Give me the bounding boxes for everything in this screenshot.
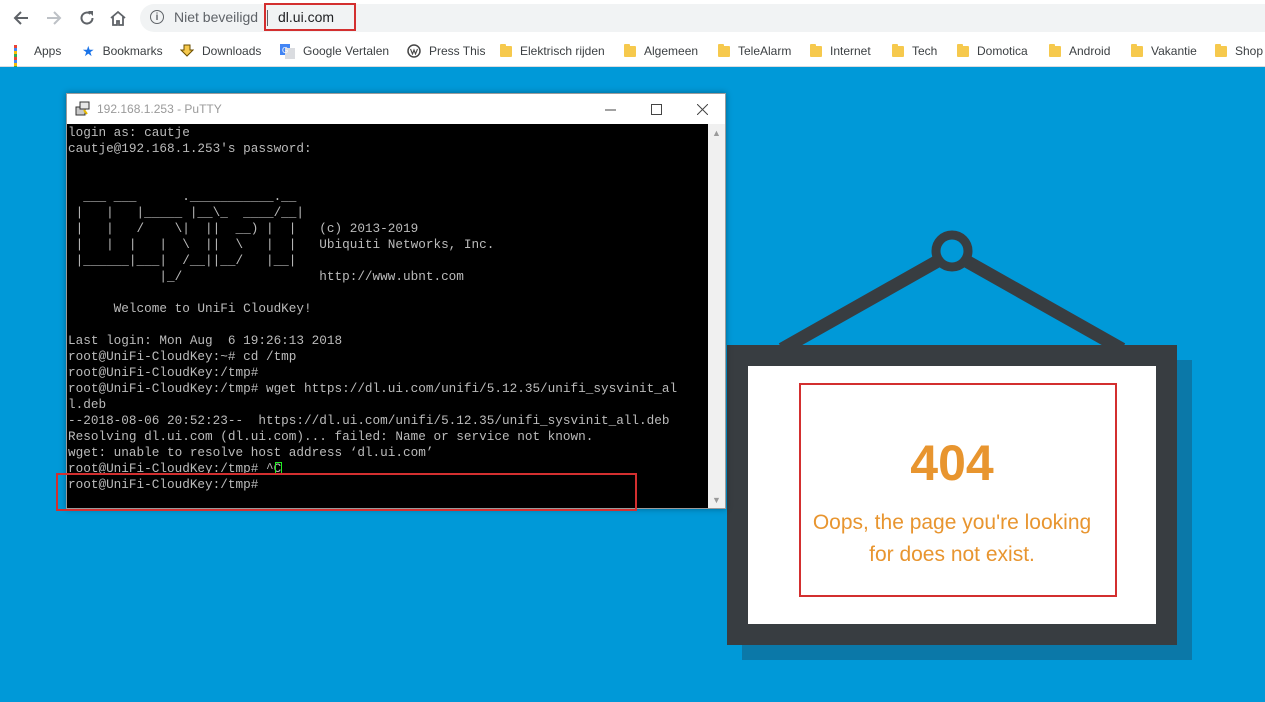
bookmark-folder[interactable]: Algemeen xyxy=(624,42,698,60)
folder-icon xyxy=(1049,43,1061,57)
scroll-up-icon[interactable]: ▲ xyxy=(708,124,725,141)
bookmark-press-this[interactable]: Press This xyxy=(407,42,485,60)
minimize-button[interactable] xyxy=(587,94,633,124)
bookmark-folder[interactable]: Internet xyxy=(810,42,871,60)
bookmark-label: Apps xyxy=(34,44,62,58)
close-icon xyxy=(696,103,708,115)
putty-titlebar[interactable]: 192.168.1.253 - PuTTY xyxy=(67,94,725,124)
folder-icon xyxy=(718,43,730,57)
bookmark-label: Android xyxy=(1069,44,1111,58)
bookmark-folder[interactable]: Elektrisch rijden xyxy=(500,42,605,60)
bookmark-label: Domotica xyxy=(977,44,1028,58)
svg-text:G: G xyxy=(282,46,288,55)
bookmark-label: Shop xyxy=(1235,44,1264,58)
putty-window[interactable]: 192.168.1.253 - PuTTY login as: cautje c… xyxy=(66,93,726,509)
maximize-icon xyxy=(650,103,662,115)
folder-icon xyxy=(957,43,969,57)
folder-icon xyxy=(1215,43,1227,57)
sign-nail-icon xyxy=(931,230,973,272)
putty-title: 192.168.1.253 - PuTTY xyxy=(97,102,222,116)
bookmark-label: Bookmarks xyxy=(102,44,163,58)
bookmark-folder[interactable]: Shop xyxy=(1215,42,1263,60)
folder-icon xyxy=(810,43,822,57)
browser-toolbar: i Niet beveiligd dl.ui.com xyxy=(0,0,1265,36)
folder-icon xyxy=(892,43,904,57)
bookmark-folder[interactable]: Tech xyxy=(892,42,937,60)
error-message-highlight-box xyxy=(799,383,1117,597)
info-icon[interactable]: i xyxy=(150,10,164,24)
bookmark-folder[interactable]: Android xyxy=(1049,42,1110,60)
terminal-scrollbar[interactable]: ▲ ▼ xyxy=(708,124,725,508)
back-button[interactable] xyxy=(9,6,33,30)
folder-icon xyxy=(500,43,512,57)
bookmark-label: Elektrisch rijden xyxy=(520,44,605,58)
bookmarks-bar: Apps ★ Bookmarks Downloads G Google Vert… xyxy=(0,36,1265,72)
bookmark-label: TeleAlarm xyxy=(738,44,792,58)
bookmark-bookmarks[interactable]: ★ Bookmarks xyxy=(82,42,163,60)
url-highlight-box xyxy=(264,3,356,31)
bookmark-label: Algemeen xyxy=(644,44,699,58)
terminal-output[interactable]: login as: cautje cautje@192.168.1.253's … xyxy=(67,124,708,508)
terminal-error-highlight-box xyxy=(56,473,637,511)
home-button[interactable] xyxy=(106,6,130,30)
bookmark-folder[interactable]: Vakantie xyxy=(1131,42,1197,60)
bookmark-label: Tech xyxy=(912,44,938,58)
bookmark-label: Google Vertalen xyxy=(303,44,390,58)
bookmark-label: Internet xyxy=(830,44,871,58)
forward-button[interactable] xyxy=(42,6,66,30)
arrow-right-icon xyxy=(47,11,62,25)
scroll-down-icon[interactable]: ▼ xyxy=(708,491,725,508)
apps-grid-icon xyxy=(14,45,26,72)
google-translate-icon: G xyxy=(280,43,295,59)
download-icon xyxy=(180,44,194,57)
wordpress-icon xyxy=(407,44,421,58)
arrow-left-icon xyxy=(13,11,28,25)
bookmark-google-vertalen[interactable]: G Google Vertalen xyxy=(280,42,389,60)
error-page: 404 Oops, the page you're looking for do… xyxy=(0,67,1265,702)
bookmark-label: Downloads xyxy=(202,44,262,58)
home-icon xyxy=(110,10,126,26)
bookmark-folder[interactable]: TeleAlarm xyxy=(718,42,791,60)
putty-app-icon xyxy=(75,101,90,116)
terminal-text: login as: cautje cautje@192.168.1.253's … xyxy=(68,125,678,492)
folder-icon xyxy=(624,43,636,57)
bookmark-downloads[interactable]: Downloads xyxy=(180,42,261,60)
close-button[interactable] xyxy=(679,94,725,124)
reload-icon xyxy=(80,11,94,25)
bookmark-label: Vakantie xyxy=(1151,44,1197,58)
security-status-label[interactable]: Niet beveiligd xyxy=(174,9,258,25)
bookmark-label: Press This xyxy=(429,44,486,58)
maximize-button[interactable] xyxy=(633,94,679,124)
bookmark-apps[interactable]: Apps xyxy=(14,42,62,72)
minimize-icon xyxy=(604,109,616,110)
bookmark-folder[interactable]: Domotica xyxy=(957,42,1028,60)
star-icon: ★ xyxy=(82,43,95,59)
folder-icon xyxy=(1131,43,1143,57)
reload-button[interactable] xyxy=(75,6,99,30)
